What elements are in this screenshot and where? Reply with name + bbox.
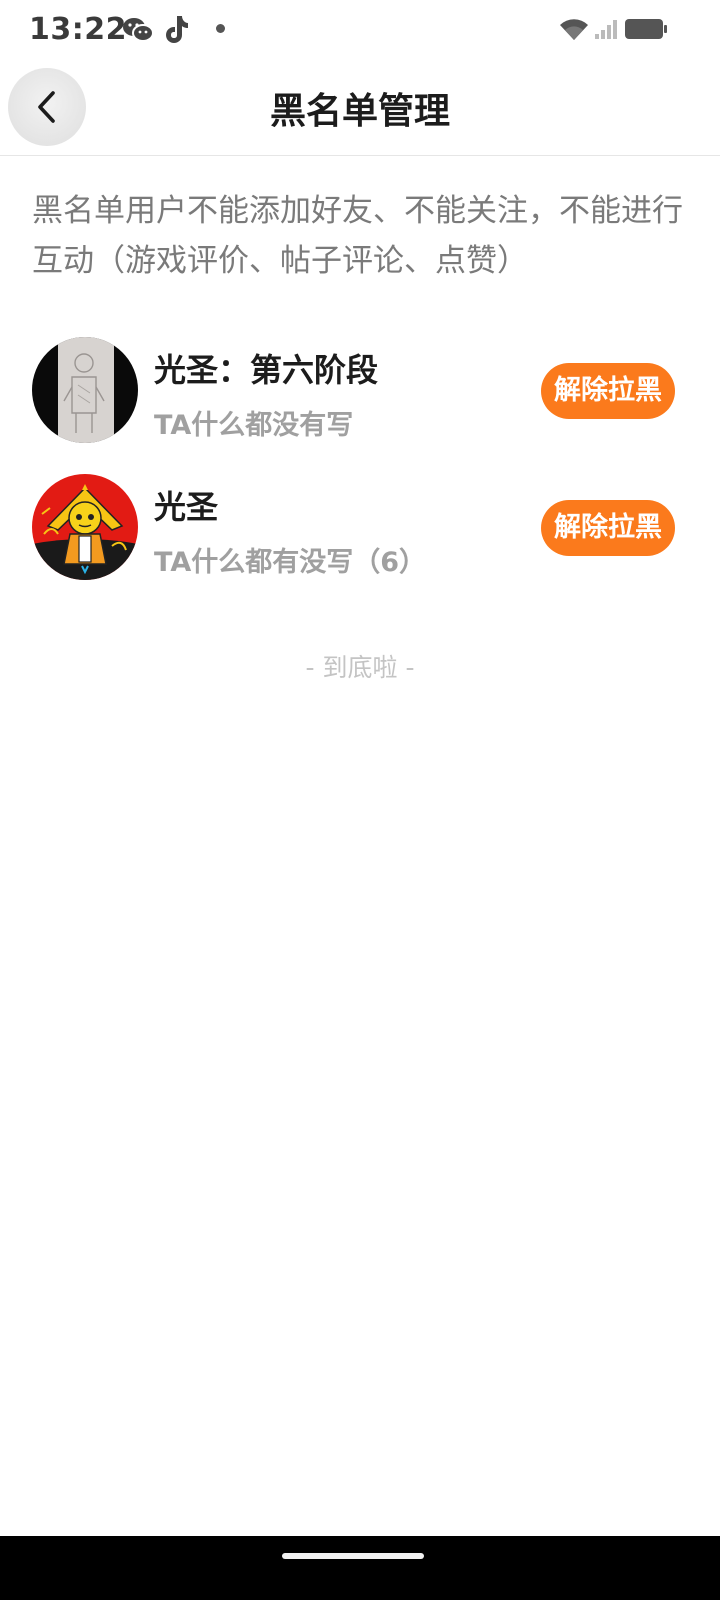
blacklist-notice: 黑名单用户不能添加好友、不能关注，不能进行互动（游戏评价、帖子评论、点赞）: [32, 193, 683, 279]
unblock-button[interactable]: 解除拉黑: [541, 500, 675, 556]
user-name: 光圣: [154, 488, 219, 526]
header: 黑名单管理: [0, 62, 720, 156]
dot-icon: [216, 24, 225, 33]
home-indicator[interactable]: [282, 1553, 424, 1559]
wifi-icon: [560, 19, 588, 40]
status-bar: 13:22: [0, 0, 720, 62]
battery-icon: [625, 19, 667, 39]
avatar[interactable]: [32, 474, 138, 580]
page-title: 黑名单管理: [269, 91, 450, 132]
user-name: 光圣：第六阶段: [154, 351, 379, 389]
avatar[interactable]: [32, 337, 138, 443]
status-time: 13:22: [29, 12, 127, 47]
navigation-bar: [0, 1536, 720, 1600]
tiktok-icon: [166, 16, 188, 43]
user-bio: TA什么都没有写: [154, 410, 354, 441]
user-bio: TA什么都有没写（6）: [154, 547, 427, 578]
list-item[interactable]: 光圣 TA什么都有没写（6） 解除拉黑: [0, 474, 720, 584]
list-end-text: - 到底啦 -: [305, 653, 415, 682]
signal-icon: [595, 20, 617, 39]
unblock-button[interactable]: 解除拉黑: [541, 363, 675, 419]
wechat-icon: [123, 18, 154, 42]
list-item[interactable]: 光圣：第六阶段 TA什么都没有写 解除拉黑: [0, 337, 720, 447]
blacklist-page: 13:22 黑名单管理 黑名单用户不能添加好友、不能关注，不能进行互动（游戏评价…: [0, 0, 720, 1600]
